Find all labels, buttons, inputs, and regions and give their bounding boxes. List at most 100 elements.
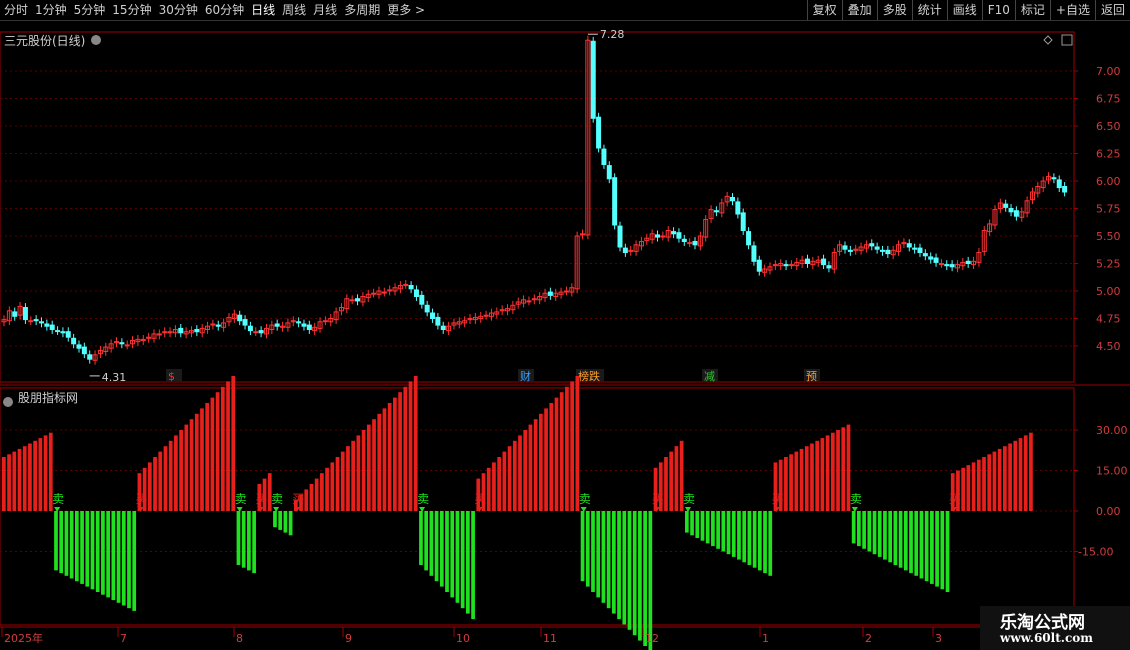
sell-signal: 卖 xyxy=(850,492,862,506)
candle-body xyxy=(44,323,50,327)
indicator-bar xyxy=(450,511,455,598)
indicator-bar xyxy=(658,462,663,511)
period-tab-1[interactable]: 1分钟 xyxy=(35,2,67,18)
indicator-bar xyxy=(528,424,533,511)
candle-body xyxy=(49,324,55,331)
sell-signal: 卖 xyxy=(417,492,429,506)
indicator-bar xyxy=(914,511,919,576)
indicator-bar xyxy=(549,403,554,511)
candle-body xyxy=(783,264,789,267)
toolbar-button-3[interactable]: 统计 xyxy=(911,0,947,20)
indicator-bar xyxy=(309,484,314,511)
indicator-bar xyxy=(768,511,773,576)
indicator-bar xyxy=(241,511,246,568)
indicator-bar xyxy=(601,511,606,603)
indicator-bar xyxy=(356,435,361,511)
candle-body xyxy=(306,324,312,331)
period-tab-0[interactable]: 分时 xyxy=(4,2,28,18)
period-tab-8[interactable]: 月线 xyxy=(313,2,337,18)
toolbar-button-2[interactable]: 多股 xyxy=(876,0,912,20)
indicator-bar xyxy=(153,457,157,511)
candle-body xyxy=(821,258,827,266)
indicator-bar xyxy=(403,386,408,511)
indicator-bar xyxy=(554,397,559,511)
indicator-bar xyxy=(28,443,32,511)
indicator-bar xyxy=(116,511,121,603)
toolbar-button-6[interactable]: +自选 xyxy=(1049,0,1095,20)
indicator-bar xyxy=(471,511,475,619)
indicator-bar xyxy=(215,392,220,511)
indicator-bar xyxy=(184,424,189,511)
indicator-bar xyxy=(898,511,903,568)
candle-body xyxy=(60,331,66,334)
candle-body xyxy=(671,231,677,235)
indicator-bar xyxy=(961,467,966,511)
time-axis-label: 11 xyxy=(543,632,557,645)
candle-body xyxy=(788,264,794,267)
dropdown-icon xyxy=(91,35,101,45)
indicator-bar xyxy=(408,381,413,511)
period-tab-5[interactable]: 60分钟 xyxy=(205,2,244,18)
period-tab-4[interactable]: 30分钟 xyxy=(159,2,198,18)
main-y-tick-label: 4.50 xyxy=(1096,340,1121,353)
candle-body xyxy=(681,238,687,243)
indicator-bar xyxy=(121,511,126,606)
candle-body xyxy=(687,242,693,245)
toolbar-button-4[interactable]: 画线 xyxy=(946,0,982,20)
indicator-bar xyxy=(80,511,84,584)
period-tab-6[interactable]: 日线 xyxy=(251,2,275,18)
indicator-bar xyxy=(85,511,90,587)
candle-body xyxy=(33,319,39,322)
period-tab-10[interactable]: 更多 > xyxy=(387,2,425,18)
indicator-bar xyxy=(361,430,366,511)
indicator-bar xyxy=(439,511,444,587)
indicator-bar xyxy=(815,440,820,511)
indicator-bar xyxy=(992,451,997,511)
indicator-bar xyxy=(966,465,971,511)
candle-body xyxy=(729,197,735,202)
candle-body xyxy=(746,231,752,246)
indicator-bar xyxy=(794,451,799,511)
toolbar-button-5[interactable]: F10 xyxy=(981,0,1015,20)
indicator-bar xyxy=(987,454,992,511)
toolbar-button-0[interactable]: 复权 xyxy=(806,0,842,20)
candle-body xyxy=(804,258,810,265)
indicator-bar xyxy=(502,451,507,511)
ind-y-tick-label: 30.00 xyxy=(1096,424,1128,437)
indicator-bar xyxy=(163,446,168,511)
candle-body xyxy=(215,324,221,327)
indicator-bar xyxy=(335,457,340,511)
panel-toggle-icon xyxy=(1061,34,1073,46)
indicator-bar xyxy=(330,462,335,511)
candle-body xyxy=(242,319,248,326)
indicator-bar xyxy=(69,511,74,579)
period-tab-3[interactable]: 15分钟 xyxy=(112,2,151,18)
candle-body xyxy=(355,298,361,302)
back-button[interactable]: 返回 xyxy=(1094,0,1130,20)
toolbar-button-mark[interactable]: 标记 xyxy=(1014,0,1050,20)
event-marker: 预 xyxy=(806,370,817,383)
indicator-bar xyxy=(17,448,22,511)
indicator-bar xyxy=(903,511,908,571)
indicator-bar xyxy=(1013,440,1018,511)
indicator-bar xyxy=(684,511,689,533)
indicator-bar xyxy=(12,451,17,511)
indicator-bar xyxy=(669,451,674,511)
indicator-bar xyxy=(398,392,402,511)
candle-body xyxy=(424,304,430,313)
toolbar-button-1[interactable]: 叠加 xyxy=(841,0,877,20)
candle-body xyxy=(301,323,307,327)
period-tab-2[interactable]: 5分钟 xyxy=(74,2,106,18)
indicator-bar xyxy=(930,511,934,584)
kline-chart[interactable]: 7.00 6.75 6.50 6.25 6.00 5.75 5.50 5.25 5.00 4.75… xyxy=(0,20,1130,650)
indicator-bar xyxy=(147,462,152,511)
indicator-bar xyxy=(466,511,470,614)
indicator-bar xyxy=(377,413,382,511)
candle-body xyxy=(296,321,302,324)
main-y-tick-label: 7.00 xyxy=(1096,65,1121,78)
sell-signal: 卖 xyxy=(271,492,283,506)
time-axis-label: 2025年 xyxy=(4,631,43,645)
indicator-bar xyxy=(533,419,538,511)
period-tab-9[interactable]: 多周期 xyxy=(344,2,380,18)
period-tab-7[interactable]: 周线 xyxy=(282,2,306,18)
